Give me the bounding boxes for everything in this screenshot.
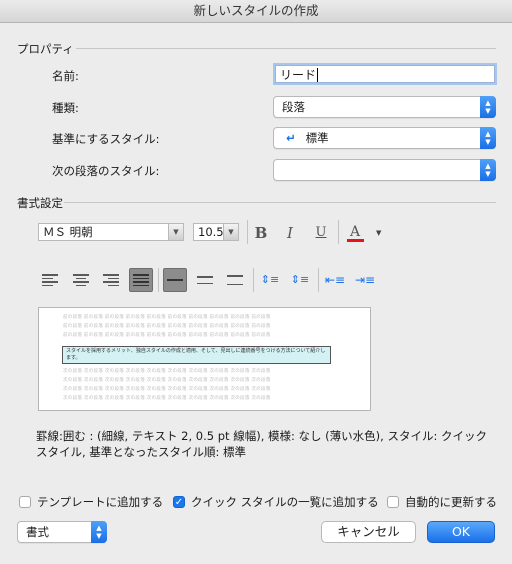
toolbar-separator [247,220,248,244]
formatting-divider [64,202,496,203]
font-name-combo[interactable]: ＭＳ 明朝 ▼ [38,223,184,241]
quick-style-label: クイック スタイルの一覧に追加する [191,495,379,509]
preview-following-paragraph: 次の段落 次の段落 次の段落 次の段落 次の段落 次の段落 次の段落 次の段落 … [63,387,271,392]
next-style-label: 次の段落のスタイル: [52,164,160,178]
font-color-dropdown-icon[interactable]: ▼ [376,229,381,237]
properties-section-label: プロパティ [17,42,74,56]
style-preview: 前の段落 前の段落 前の段落 前の段落 前の段落 前の段落 前の段落 前の段落 … [38,307,371,411]
dropdown-arrow-icon[interactable]: ▼ [223,224,238,240]
base-style-label: 基準にするスタイル: [52,132,160,146]
window-title: 新しいスタイルの作成 [0,0,512,23]
font-color-letter: A [349,224,361,240]
double-spacing-button[interactable] [223,268,247,292]
checkbox-icon[interactable] [19,496,31,508]
cancel-button[interactable]: キャンセル [321,521,416,543]
align-right-button[interactable] [99,268,123,292]
formatting-section-label: 書式設定 [17,196,63,210]
preview-sample-paragraph: スタイルを採用するメリット、独自スタイルの作成と適用、そして、見出しに連続番号を… [62,346,331,364]
preview-previous-paragraph: 前の段落 前の段落 前の段落 前の段落 前の段落 前の段落 前の段落 前の段落 … [63,324,271,329]
ok-button[interactable]: OK [427,521,495,543]
bold-button[interactable]: B [249,221,273,245]
name-value: リード [280,68,317,82]
toolbar-separator [318,268,319,292]
style-description: 罫線:囲む : (細線, テキスト 2, 0.5 pt 線幅), 模様: なし … [36,429,487,459]
increase-paragraph-spacing-icon[interactable]: ⇕≡ [288,268,312,292]
toolbar-separator [338,220,339,244]
decrease-indent-icon[interactable]: ⇤≡ [323,268,347,292]
updown-chevron-icon: ▲ ▼ [480,96,496,118]
quick-style-checkbox[interactable]: ✓ クイック スタイルの一覧に追加する [173,494,379,510]
add-to-template-label: テンプレートに追加する [37,495,164,509]
align-justify-button[interactable] [129,268,153,292]
next-style-popup[interactable]: ▲ ▼ [273,159,496,181]
preview-following-paragraph: 次の段落 次の段落 次の段落 次の段落 次の段落 次の段落 次の段落 次の段落 … [63,378,271,383]
updown-chevron-icon: ▲ ▼ [480,127,496,149]
paragraph-return-icon: ↵ [286,131,296,145]
preview-following-paragraph: 次の段落 次の段落 次の段落 次の段落 次の段落 次の段落 次の段落 次の段落 … [63,369,271,374]
updown-chevron-icon: ▲ ▼ [480,159,496,181]
auto-update-checkbox[interactable]: 自動的に更新する [387,494,497,510]
updown-chevron-icon: ▲ ▼ [91,521,107,543]
name-label: 名前: [52,69,79,83]
auto-update-label: 自動的に更新する [405,495,497,509]
preview-previous-paragraph: 前の段落 前の段落 前の段落 前の段落 前の段落 前の段落 前の段落 前の段落 … [63,333,271,338]
type-label: 種類: [52,101,79,115]
increase-indent-icon[interactable]: ⇥≡ [353,268,377,292]
toolbar-separator [158,268,159,292]
dropdown-arrow-icon[interactable]: ▼ [168,224,183,240]
font-size-combo[interactable]: 10.5 ▼ [193,223,239,241]
one-half-spacing-button[interactable] [193,268,217,292]
font-color-swatch [347,239,364,242]
format-menu-popup[interactable]: 書式 ▲ ▼ [17,521,107,543]
single-spacing-button[interactable] [163,268,187,292]
checkbox-icon[interactable] [387,496,399,508]
italic-button[interactable]: I [278,221,302,245]
name-field[interactable]: リード [275,65,495,83]
font-size-value: 10.5 [198,225,224,239]
format-menu-label: 書式 [26,525,49,539]
preview-previous-paragraph: 前の段落 前の段落 前の段落 前の段落 前の段落 前の段落 前の段落 前の段落 … [63,315,271,320]
align-center-button[interactable] [69,268,93,292]
base-style-popup[interactable]: ↵ 標準 ▲ ▼ [273,127,496,149]
base-style-value: 標準 [305,131,329,145]
underline-button[interactable]: U [309,221,333,245]
preview-following-paragraph: 次の段落 次の段落 次の段落 次の段落 次の段落 次の段落 次の段落 次の段落 … [63,396,271,401]
checkmark-icon[interactable]: ✓ [173,496,185,508]
properties-divider [76,48,496,49]
add-to-template-checkbox[interactable]: テンプレートに追加する [19,494,163,510]
font-color-button[interactable]: A [343,220,367,244]
align-left-button[interactable] [38,268,62,292]
type-popup[interactable]: 段落 ▲ ▼ [273,96,496,118]
font-name-value: ＭＳ 明朝 [43,225,93,239]
decrease-paragraph-spacing-icon[interactable]: ⇕≡ [258,268,282,292]
toolbar-separator [253,268,254,292]
type-value: 段落 [282,100,305,114]
